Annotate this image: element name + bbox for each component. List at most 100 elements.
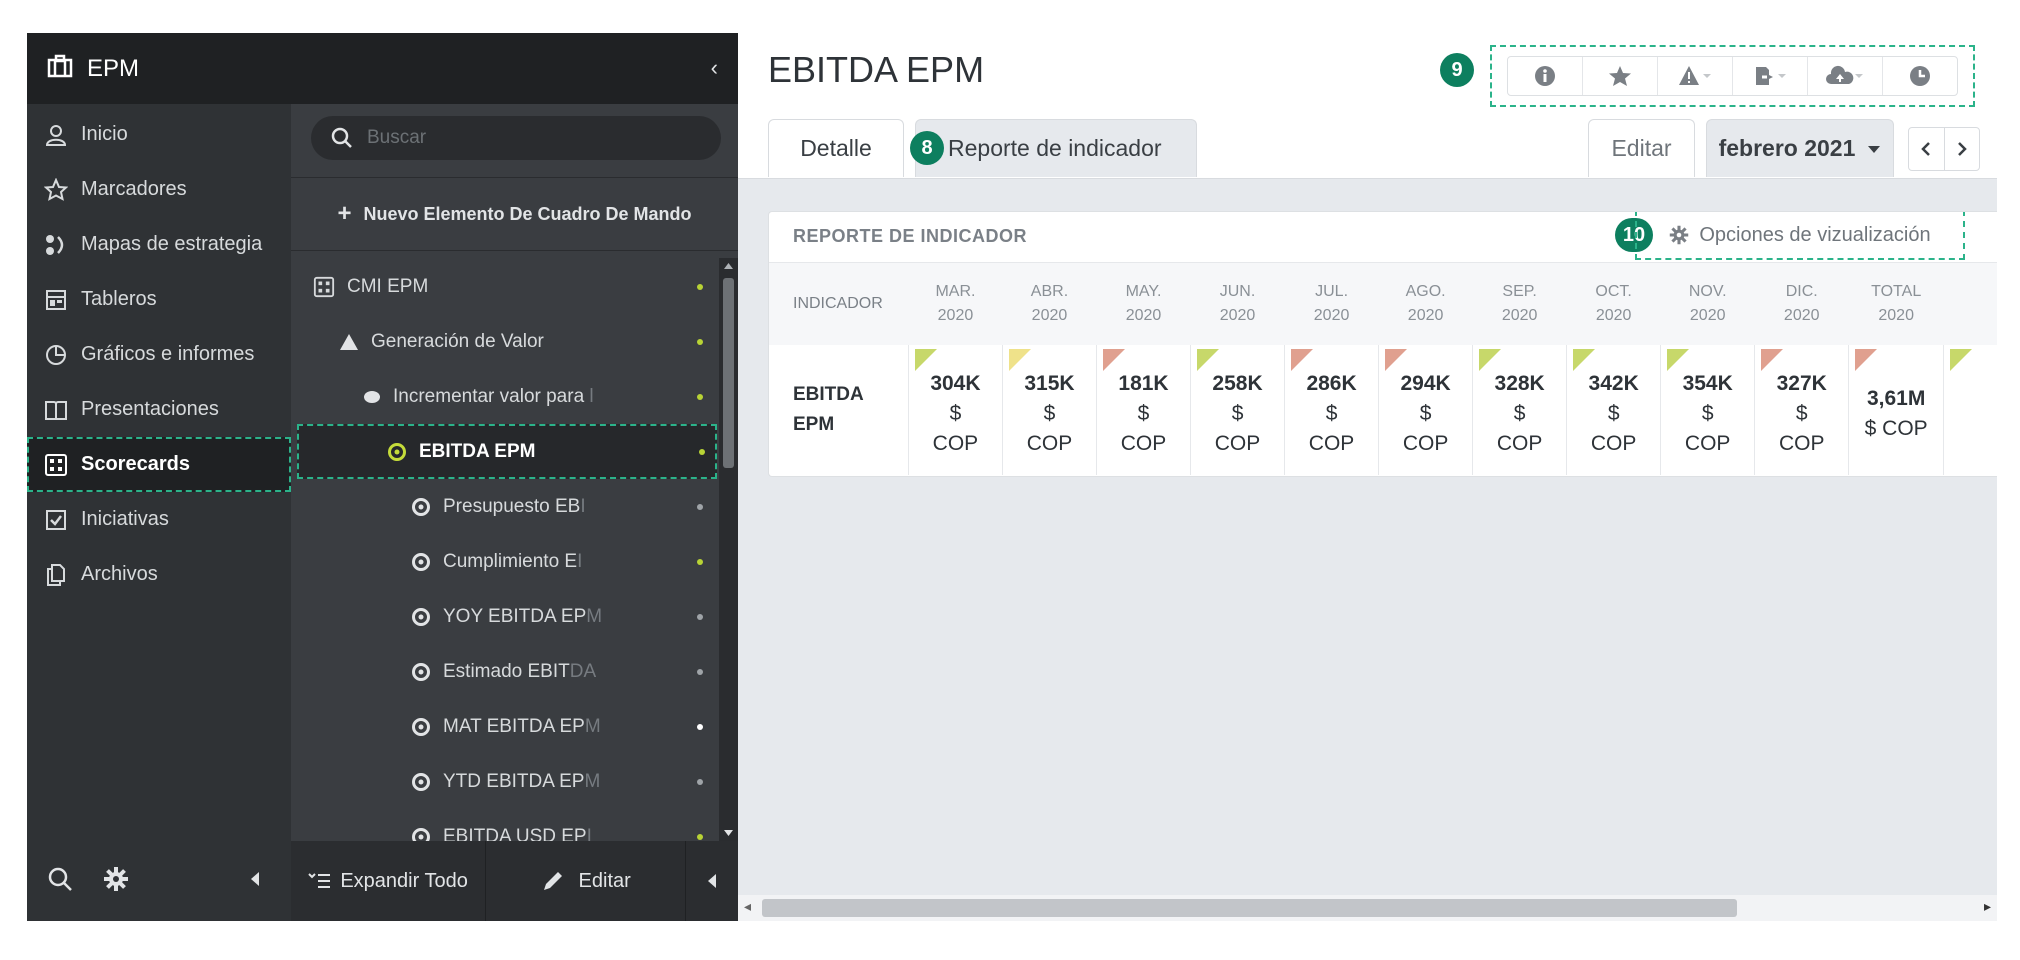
nav-item-label: Scorecards <box>81 453 190 475</box>
nav-item-scorecards[interactable]: Scorecards <box>27 437 291 492</box>
gear-icon[interactable] <box>103 866 129 897</box>
overflow-column-header <box>1943 262 1997 345</box>
value-cell[interactable]: 294K $ COP <box>1378 345 1474 475</box>
info-button[interactable] <box>1508 57 1583 95</box>
nav-item-archivos[interactable]: Archivos <box>27 547 291 602</box>
value-cell[interactable]: 342K $ COP <box>1566 345 1662 475</box>
search-input[interactable]: Buscar <box>311 116 721 160</box>
overflow-cell <box>1944 345 1997 475</box>
upload-button[interactable] <box>1808 57 1883 95</box>
view-options-label: Opciones de vizualización <box>1699 223 1931 246</box>
nav-item-iniciativas[interactable]: Iniciativas <box>27 492 291 547</box>
value-cell[interactable]: 286K $ COP <box>1284 345 1380 475</box>
tree-item[interactable]: MAT EBITDA EPM <box>291 699 721 754</box>
tab-report[interactable]: Reporte de indicador <box>915 119 1197 177</box>
period-column-header: OCT. 2020 <box>1566 262 1661 345</box>
app-title: EPM <box>87 54 140 82</box>
chevron-left-icon <box>708 874 717 888</box>
scroll-down-icon[interactable] <box>723 829 734 837</box>
tree-scroll-thumb[interactable] <box>723 278 734 468</box>
collapse-panel-button[interactable]: ‹ <box>711 55 718 81</box>
tree-item[interactable]: CMI EPM <box>291 259 721 314</box>
period-selector[interactable]: febrero 2021 <box>1706 119 1894 177</box>
previous-period-button[interactable] <box>1909 128 1945 170</box>
tree-item[interactable]: EBITDA EPM <box>297 424 717 479</box>
nav-item-label: Archivos <box>81 563 158 585</box>
value-cell[interactable]: 354K $ COP <box>1660 345 1756 475</box>
tree-item-text: Generación de Valor <box>371 330 544 352</box>
scroll-up-icon[interactable] <box>723 262 734 270</box>
nav-item-gr-ficos-e-informes[interactable]: Gráficos e informes <box>27 327 291 382</box>
nav-item-inicio[interactable]: Inicio <box>27 107 291 162</box>
info-icon <box>1535 66 1555 86</box>
status-dot <box>697 669 703 675</box>
period-month: ABR. <box>1030 283 1069 300</box>
indicator-name[interactable]: EBITDA EPM <box>769 345 909 475</box>
cell-currency: $ <box>1701 402 1714 425</box>
collapse-tree-button[interactable] <box>685 841 738 921</box>
tab-detail[interactable]: Detalle <box>768 119 904 177</box>
tree-item[interactable]: Estimado EBITDA <box>291 644 721 699</box>
value-cell[interactable]: 328K $ COP <box>1472 345 1568 475</box>
files-icon <box>43 562 69 588</box>
horizontal-scroll-thumb[interactable] <box>762 899 1737 917</box>
scorecard-icon <box>43 452 69 478</box>
tree-item[interactable]: Cumplimiento EI <box>291 534 721 589</box>
tree-item-label: Estimado EBITDA <box>443 661 596 683</box>
scroll-left-icon[interactable]: ◂ <box>744 898 751 915</box>
history-button[interactable] <box>1883 57 1957 95</box>
alerts-button[interactable] <box>1658 57 1733 95</box>
tree-item[interactable]: YTD EBITDA EPM <box>291 754 721 809</box>
nav-item-tableros[interactable]: Tableros <box>27 272 291 327</box>
value-cell[interactable]: 315K $ COP <box>1002 345 1097 475</box>
nav-item-presentaciones[interactable]: Presentaciones <box>27 382 291 437</box>
value-cell[interactable]: 304K $ COP <box>908 345 1003 475</box>
status-dot <box>697 504 703 510</box>
cell-currency-code: COP <box>1778 432 1825 455</box>
nav-item-marcadores[interactable]: Marcadores <box>27 162 291 217</box>
indicator-report-table: INDICADOR MAR. 2020 ABR. 2020 MAY. 2020 JUN. 202… <box>769 262 1997 475</box>
tree-item[interactable]: Generación de Valor <box>291 314 721 369</box>
nav-item-mapas-de-estrategia[interactable]: Mapas de estrategia <box>27 217 291 272</box>
cell-currency: $ COP <box>1864 417 1928 440</box>
value-cell[interactable]: 327K $ COP <box>1754 345 1850 475</box>
value-cell[interactable]: 181K $ COP <box>1096 345 1192 475</box>
cell-currency: $ <box>1231 402 1244 425</box>
status-flag <box>1291 349 1314 371</box>
cell-currency-code: COP <box>1120 432 1167 455</box>
action-toolbar <box>1490 45 1975 107</box>
tree-item-text-overflow: M <box>584 770 601 792</box>
status-dot <box>697 614 703 620</box>
period-month: JUN. <box>1219 283 1256 300</box>
tree-item-text: CMI EPM <box>347 275 429 297</box>
status-dot <box>697 779 703 785</box>
step-badge-9: 9 <box>1440 53 1474 87</box>
tree-scrollbar[interactable] <box>719 258 738 841</box>
edit-label: Editar <box>578 869 631 892</box>
expand-all-button[interactable]: Expandir Todo <box>291 841 487 921</box>
cell-currency: $ <box>1325 402 1338 425</box>
edit-tree-button[interactable]: Editar <box>486 841 685 921</box>
value-cell[interactable]: 258K $ COP <box>1190 345 1286 475</box>
search-icon[interactable] <box>47 866 73 897</box>
collapse-left-icon[interactable] <box>249 871 261 892</box>
briefcase-icon <box>47 54 73 83</box>
tree-item-text-overflow: M <box>584 715 601 737</box>
period-month: MAY. <box>1125 283 1162 300</box>
tree-item[interactable]: Incrementar valor para l <box>291 369 721 424</box>
horizontal-scrollbar[interactable]: ◂ ▸ <box>738 895 1997 921</box>
new-element-button[interactable]: + Nuevo Elemento De Cuadro De Mando <box>291 177 738 251</box>
tree-item-label: YOY EBITDA EPM <box>443 606 602 628</box>
view-options-button[interactable]: Opciones de vizualización <box>1635 212 1965 260</box>
status-flag <box>1479 349 1502 371</box>
period-year: 2020 <box>1031 307 1068 324</box>
tree-item[interactable]: Presupuesto EBI <box>291 479 721 534</box>
edit-button[interactable]: Editar <box>1588 119 1695 177</box>
tree-item[interactable]: YOY EBITDA EPM <box>291 589 721 644</box>
plus-icon: + <box>337 200 352 227</box>
value-cell[interactable]: 3,61M $ COP <box>1848 345 1945 475</box>
favorite-button[interactable] <box>1583 57 1658 95</box>
export-button[interactable] <box>1733 57 1808 95</box>
scroll-right-icon[interactable]: ▸ <box>1984 898 1991 915</box>
next-period-button[interactable] <box>1945 128 1980 170</box>
